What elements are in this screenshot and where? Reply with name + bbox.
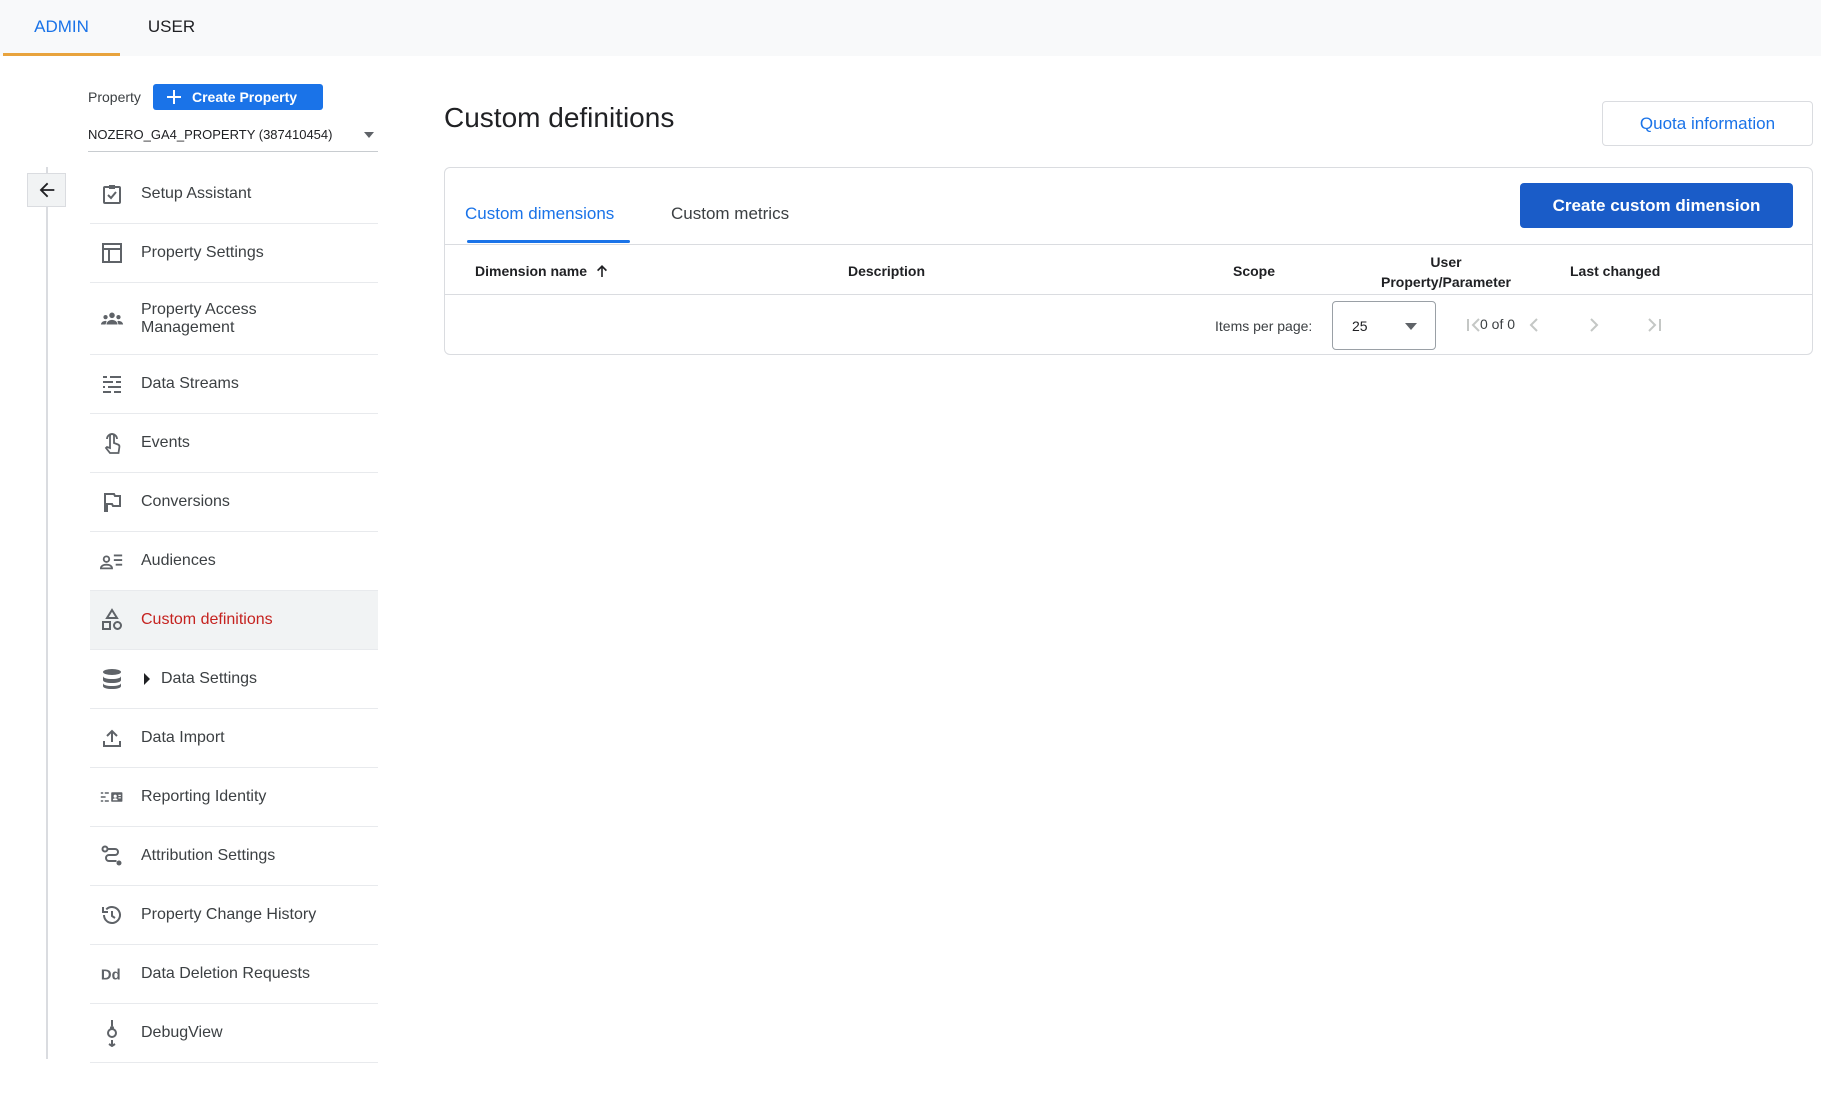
sidebar-item-label: Attribution Settings — [141, 847, 276, 864]
flag-icon — [100, 490, 124, 514]
active-tab-indicator — [467, 240, 630, 243]
database-icon — [100, 667, 124, 691]
identity-icon — [100, 785, 124, 809]
attribution-icon — [100, 844, 124, 868]
column-header-dimension-name[interactable]: Dimension name — [475, 263, 609, 279]
items-per-page-label: Items per page: — [1215, 318, 1313, 334]
sidebar-item-events[interactable]: Events — [90, 414, 378, 473]
previous-page-button[interactable] — [1522, 313, 1546, 337]
sidebar-item-label: Custom definitions — [141, 611, 273, 628]
property-selected-value: NOZERO_GA4_PROPERTY (387410454) — [88, 127, 333, 142]
sidebar-item-data-settings[interactable]: Data Settings — [90, 650, 378, 709]
tab-user[interactable]: USER — [120, 0, 223, 56]
audience-icon — [100, 549, 124, 573]
sidebar-item-label: Reporting Identity — [141, 788, 267, 805]
last-page-button[interactable] — [1642, 313, 1666, 337]
dd-icon: Dd — [100, 962, 124, 986]
sidebar-item-label: Data Settings — [161, 670, 258, 687]
sidebar-item-label: Data Import — [141, 729, 225, 746]
tab-custom-dimensions[interactable]: Custom dimensions — [465, 204, 614, 224]
chevron-left-icon — [1529, 318, 1538, 332]
items-per-page-select[interactable]: 25 — [1332, 301, 1436, 350]
sidebar-item-property-change-history[interactable]: Property Change History — [90, 886, 378, 945]
plus-icon — [166, 89, 182, 105]
sidebar-rail — [46, 167, 48, 1059]
table-header-row: Dimension name Description Scope User Pr… — [445, 244, 1812, 295]
sidebar-item-setup-assistant[interactable]: Setup Assistant — [90, 165, 378, 224]
sidebar-item-label: DebugView — [141, 1024, 223, 1041]
tab-admin[interactable]: ADMIN — [3, 0, 120, 56]
upload-icon — [100, 726, 124, 750]
sidebar-item-label: Data Deletion Requests — [141, 965, 310, 982]
chevron-right-icon — [1590, 318, 1599, 332]
sidebar-item-label: Audiences — [141, 552, 216, 569]
column-header-label: Dimension name — [475, 263, 588, 279]
back-button[interactable] — [27, 173, 66, 207]
sidebar-item-conversions[interactable]: Conversions — [90, 473, 378, 532]
column-header-scope: Scope — [1233, 263, 1276, 279]
tab-custom-metrics[interactable]: Custom metrics — [671, 204, 789, 224]
sidebar-item-custom-definitions[interactable]: Custom definitions — [90, 591, 378, 650]
property-selector[interactable]: NOZERO_GA4_PROPERTY (387410454) — [88, 118, 378, 152]
sidebar-item-data-import[interactable]: Data Import — [90, 709, 378, 768]
sidebar-nav: Setup Assistant Property Settings Proper… — [90, 165, 378, 1063]
layout-icon — [100, 241, 124, 265]
sidebar-item-label: Setup Assistant — [141, 185, 252, 202]
top-nav-bar: ADMIN USER — [0, 0, 1821, 56]
create-custom-dimension-button[interactable]: Create custom dimension — [1520, 183, 1793, 228]
shapes-icon — [100, 608, 124, 632]
column-header-label-line1: User — [1430, 254, 1462, 270]
last-page-icon — [1648, 318, 1661, 332]
sidebar-item-label: Property Access Management — [141, 300, 257, 336]
sidebar-item-data-streams[interactable]: Data Streams — [90, 355, 378, 414]
checklist-icon — [100, 182, 124, 206]
sidebar-item-attribution-settings[interactable]: Attribution Settings — [90, 827, 378, 886]
paginator: Items per page: 25 0 of 0 — [445, 295, 1812, 355]
sidebar-item-audiences[interactable]: Audiences — [90, 532, 378, 591]
sidebar-item-data-deletion-requests[interactable]: Dd Data Deletion Requests — [90, 945, 378, 1004]
sidebar-item-property-access-management[interactable]: Property Access Management — [90, 283, 378, 355]
people-icon — [100, 307, 124, 331]
arrow-left-icon — [39, 182, 54, 198]
caret-down-icon — [1405, 323, 1417, 330]
sidebar-item-label: Property Change History — [141, 906, 317, 923]
sidebar-item-label: Property Settings — [141, 244, 264, 261]
items-per-page-value: 25 — [1352, 318, 1368, 334]
sidebar-item-debugview[interactable]: DebugView — [90, 1004, 378, 1063]
column-header-last-changed: Last changed — [1570, 263, 1661, 279]
sort-arrow-up-icon — [595, 264, 609, 278]
svg-text:Dd: Dd — [101, 968, 121, 984]
column-header-user-property-parameter: User Property/Parameter — [1365, 252, 1527, 292]
property-label: Property — [88, 89, 141, 105]
column-header-description: Description — [848, 263, 926, 279]
caret-down-icon — [364, 132, 374, 138]
touch-icon — [100, 431, 124, 455]
sidebar-item-label: Data Streams — [141, 375, 239, 392]
history-icon — [100, 903, 124, 927]
debug-icon — [100, 1020, 124, 1047]
quota-information-button[interactable]: Quota information — [1602, 101, 1813, 146]
create-property-button[interactable]: Create Property — [153, 84, 323, 110]
sidebar-item-label: Events — [141, 434, 190, 451]
sidebar-item-label: Conversions — [141, 493, 230, 510]
sidebar-item-property-settings[interactable]: Property Settings — [90, 224, 378, 283]
first-page-button[interactable] — [1462, 313, 1486, 337]
sidebar-item-reporting-identity[interactable]: Reporting Identity — [90, 768, 378, 827]
create-property-label: Create Property — [192, 89, 298, 105]
page-title: Custom definitions — [444, 102, 675, 133]
next-page-button[interactable] — [1582, 313, 1606, 337]
column-header-label-line2: Property/Parameter — [1381, 274, 1511, 290]
first-page-icon — [1467, 318, 1480, 332]
expand-arrow-icon[interactable] — [143, 673, 151, 685]
custom-definitions-card: Custom dimensions Custom metrics Create … — [444, 167, 1813, 355]
streams-icon — [100, 372, 124, 396]
